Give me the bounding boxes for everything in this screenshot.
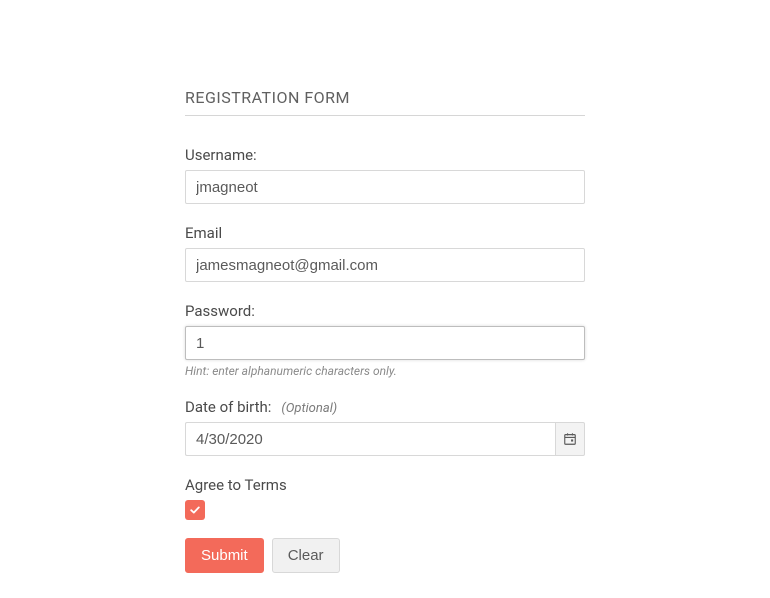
dob-label: Date of birth: xyxy=(185,398,271,416)
password-input[interactable] xyxy=(185,326,585,360)
username-field-group: Username: xyxy=(185,146,585,204)
email-input[interactable] xyxy=(185,248,585,282)
dob-input[interactable] xyxy=(185,422,555,456)
registration-form-container: REGISTRATION FORM Username: Email Passwo… xyxy=(0,0,770,573)
submit-button[interactable]: Submit xyxy=(185,538,264,573)
button-row: Submit Clear xyxy=(185,538,585,573)
terms-label: Agree to Terms xyxy=(185,476,585,494)
calendar-icon xyxy=(563,432,577,446)
password-label: Password: xyxy=(185,302,585,320)
username-input[interactable] xyxy=(185,170,585,204)
clear-button[interactable]: Clear xyxy=(272,538,340,573)
username-label: Username: xyxy=(185,146,585,164)
calendar-button[interactable] xyxy=(555,422,585,456)
terms-field-group: Agree to Terms xyxy=(185,476,585,520)
password-hint: Hint: enter alphanumeric characters only… xyxy=(185,364,585,378)
check-icon xyxy=(189,504,201,516)
email-field-group: Email xyxy=(185,224,585,282)
password-field-group: Password: Hint: enter alphanumeric chara… xyxy=(185,302,585,378)
dob-field-group: Date of birth: (Optional) xyxy=(185,398,585,456)
terms-checkbox[interactable] xyxy=(185,500,205,520)
email-label: Email xyxy=(185,224,585,242)
form-title: REGISTRATION FORM xyxy=(185,88,585,116)
dob-optional-text: (Optional) xyxy=(281,401,337,416)
